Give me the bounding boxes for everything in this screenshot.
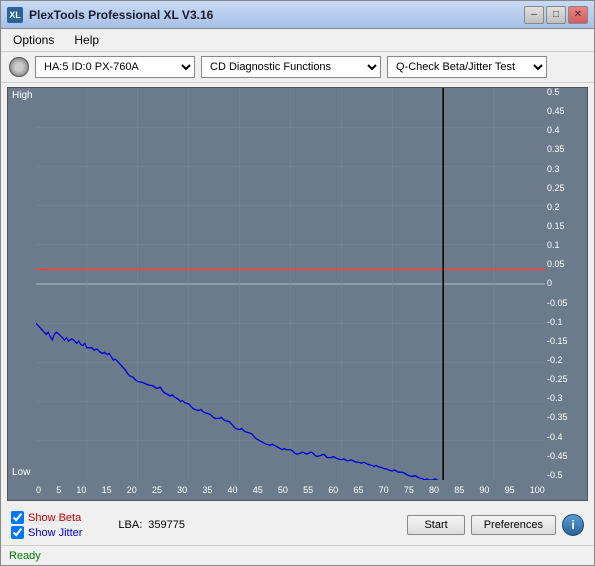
show-jitter-text: Show Jitter xyxy=(28,527,82,539)
lba-value: 359775 xyxy=(148,519,185,531)
drive-icon xyxy=(9,57,29,77)
maximize-button[interactable]: □ xyxy=(546,6,566,24)
show-jitter-checkbox[interactable] xyxy=(11,526,24,539)
toolbar: HA:5 ID:0 PX-760A CD Diagnostic Function… xyxy=(1,52,594,83)
y-label-low: Low xyxy=(12,467,30,478)
show-beta-checkbox[interactable] xyxy=(11,511,24,524)
drive-select[interactable]: HA:5 ID:0 PX-760A xyxy=(35,56,195,78)
lba-group: LBA: 359775 xyxy=(118,519,185,531)
chart-svg xyxy=(36,88,545,480)
info-button[interactable]: i xyxy=(562,514,584,536)
y-label-high: High xyxy=(12,90,33,101)
y-axis-right: 0.5 0.45 0.4 0.35 0.3 0.25 0.2 0.15 0.1 … xyxy=(545,88,587,480)
title-bar: XL PlexTools Professional XL V3.16 – □ ✕ xyxy=(1,1,594,29)
show-beta-text: Show Beta xyxy=(28,512,81,524)
x-axis: 0 5 10 15 20 25 30 35 40 45 50 55 60 65 … xyxy=(36,480,545,500)
menu-help[interactable]: Help xyxy=(70,31,103,49)
main-window: XL PlexTools Professional XL V3.16 – □ ✕… xyxy=(0,0,595,566)
menu-bar: Options Help xyxy=(1,29,594,52)
show-jitter-label[interactable]: Show Jitter xyxy=(11,526,82,539)
status-bar: Ready xyxy=(1,545,594,565)
close-button[interactable]: ✕ xyxy=(568,6,588,24)
checkbox-group: Show Beta Show Jitter xyxy=(11,511,82,539)
preferences-button[interactable]: Preferences xyxy=(471,515,556,535)
window-controls: – □ ✕ xyxy=(524,6,588,24)
menu-options[interactable]: Options xyxy=(9,31,58,49)
test-select[interactable]: Q-Check Beta/Jitter Test xyxy=(387,56,547,78)
window-title: PlexTools Professional XL V3.16 xyxy=(29,8,213,22)
status-text: Ready xyxy=(9,550,41,562)
minimize-button[interactable]: – xyxy=(524,6,544,24)
app-icon: XL xyxy=(7,7,23,23)
function-select[interactable]: CD Diagnostic Functions xyxy=(201,56,381,78)
lba-label: LBA: xyxy=(118,519,142,531)
start-button[interactable]: Start xyxy=(407,515,464,535)
chart-area: High Low 0.5 0.45 0.4 0.35 0.3 0.25 0.2 … xyxy=(7,87,588,501)
buttons-right: Start Preferences i xyxy=(407,514,584,536)
show-beta-label[interactable]: Show Beta xyxy=(11,511,82,524)
title-bar-left: XL PlexTools Professional XL V3.16 xyxy=(7,7,213,23)
controls-bar: Show Beta Show Jitter LBA: 359775 Start … xyxy=(1,505,594,545)
